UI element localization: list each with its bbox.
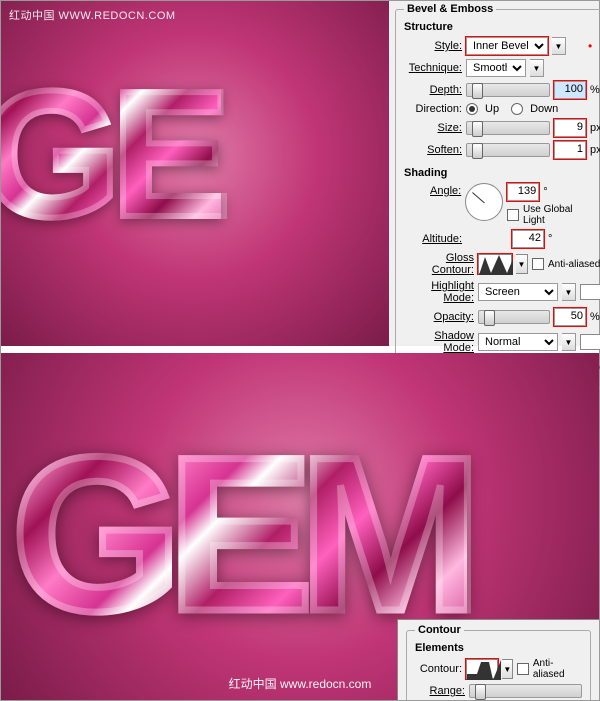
shadow-color-swatch[interactable]: [580, 334, 600, 350]
hl-opacity-slider[interactable]: [478, 310, 550, 324]
highlight-mode-select[interactable]: Screen: [478, 283, 558, 301]
highlight-mode-label: Highlight Mode:: [404, 280, 474, 304]
style-label: Style:: [404, 40, 462, 52]
hl-opacity-input[interactable]: 50: [554, 308, 586, 326]
chevron-down-icon[interactable]: ▼: [562, 333, 576, 351]
chevron-down-icon[interactable]: ▼: [552, 37, 566, 55]
depth-slider[interactable]: [466, 83, 550, 97]
preview-canvas-bottom: GEM PS www.psahz.com 红动中国 www.redocn.com…: [1, 353, 599, 700]
altitude-label: Altitude:: [404, 233, 462, 245]
soften-unit: px: [590, 144, 600, 156]
gem-text-top: GE: [1, 51, 221, 258]
angle-label: Angle:: [404, 183, 461, 197]
angle-unit: °: [543, 186, 557, 198]
shading-legend: Shading: [404, 167, 600, 179]
direction-label: Direction:: [404, 103, 462, 115]
depth-unit: %: [590, 84, 600, 96]
watermark-bottom: 红动中国 www.redocn.com: [229, 675, 372, 692]
size-unit: px: [590, 122, 600, 134]
altitude-unit: °: [548, 233, 562, 245]
global-light-label: Use Global Light: [523, 204, 596, 226]
depth-label: Depth:: [404, 84, 462, 96]
soften-slider[interactable]: [466, 143, 550, 157]
contour-title: Contour: [415, 624, 464, 636]
range-slider[interactable]: [469, 684, 582, 698]
soften-input[interactable]: 1: [554, 141, 586, 159]
chevron-down-icon[interactable]: ▼: [516, 254, 528, 274]
global-light-checkbox[interactable]: [507, 209, 519, 221]
direction-down-label: Down: [530, 103, 558, 115]
depth-input[interactable]: 100: [554, 81, 586, 99]
size-label: Size:: [404, 122, 462, 134]
angle-input[interactable]: 139: [507, 183, 539, 201]
angle-dial[interactable]: [465, 183, 503, 221]
anti-aliased-label: Anti-aliased: [548, 259, 600, 270]
shadow-mode-label: Shadow Mode:: [404, 330, 474, 354]
bevel-emboss-fieldset: Bevel & Emboss Structure Style: Inner Be…: [395, 3, 600, 389]
altitude-input[interactable]: 42: [512, 230, 544, 248]
gloss-contour-label: Gloss Contour:: [404, 252, 474, 276]
anti-aliased-checkbox[interactable]: [532, 258, 544, 270]
soften-label: Soften:: [404, 144, 462, 156]
bevel-title: Bevel & Emboss: [404, 3, 496, 15]
size-input[interactable]: 9: [554, 119, 586, 137]
chevron-down-icon[interactable]: ▼: [502, 659, 513, 679]
direction-up-radio[interactable]: [466, 103, 478, 115]
elements-legend: Elements: [415, 642, 582, 654]
hl-opacity-unit: %: [590, 311, 600, 323]
chevron-down-icon[interactable]: ▼: [562, 283, 576, 301]
marker-icon: •: [588, 39, 592, 53]
preview-canvas-top: 红动中国 WWW.REDOCN.COM GE: [1, 1, 389, 346]
contour-panel: Contour Elements Contour: ▼ Anti-aliased…: [397, 619, 599, 700]
bevel-emboss-panel: Bevel & Emboss Structure Style: Inner Be…: [389, 1, 599, 346]
range-label: Range:: [415, 685, 465, 697]
style-select[interactable]: Inner Bevel: [466, 37, 548, 55]
contour-fieldset: Contour Elements Contour: ▼ Anti-aliased…: [406, 624, 591, 700]
anti-aliased-checkbox-bottom[interactable]: [517, 663, 528, 675]
gloss-contour-picker[interactable]: [478, 254, 512, 274]
technique-label: Technique:: [404, 62, 462, 74]
contour-picker[interactable]: [466, 659, 498, 679]
contour-label: Contour:: [415, 663, 462, 675]
shadow-mode-select[interactable]: Normal: [478, 333, 558, 351]
technique-select[interactable]: Smooth: [466, 59, 526, 77]
anti-aliased-label-bottom: Anti-aliased: [533, 658, 582, 680]
size-slider[interactable]: [466, 121, 550, 135]
direction-down-radio[interactable]: [511, 103, 523, 115]
direction-up-label: Up: [485, 103, 499, 115]
watermark-top: 红动中国 WWW.REDOCN.COM: [9, 7, 176, 23]
hl-opacity-label: Opacity:: [404, 311, 474, 323]
structure-legend: Structure: [404, 21, 600, 33]
highlight-color-swatch[interactable]: [580, 284, 600, 300]
chevron-down-icon[interactable]: ▼: [530, 59, 544, 77]
